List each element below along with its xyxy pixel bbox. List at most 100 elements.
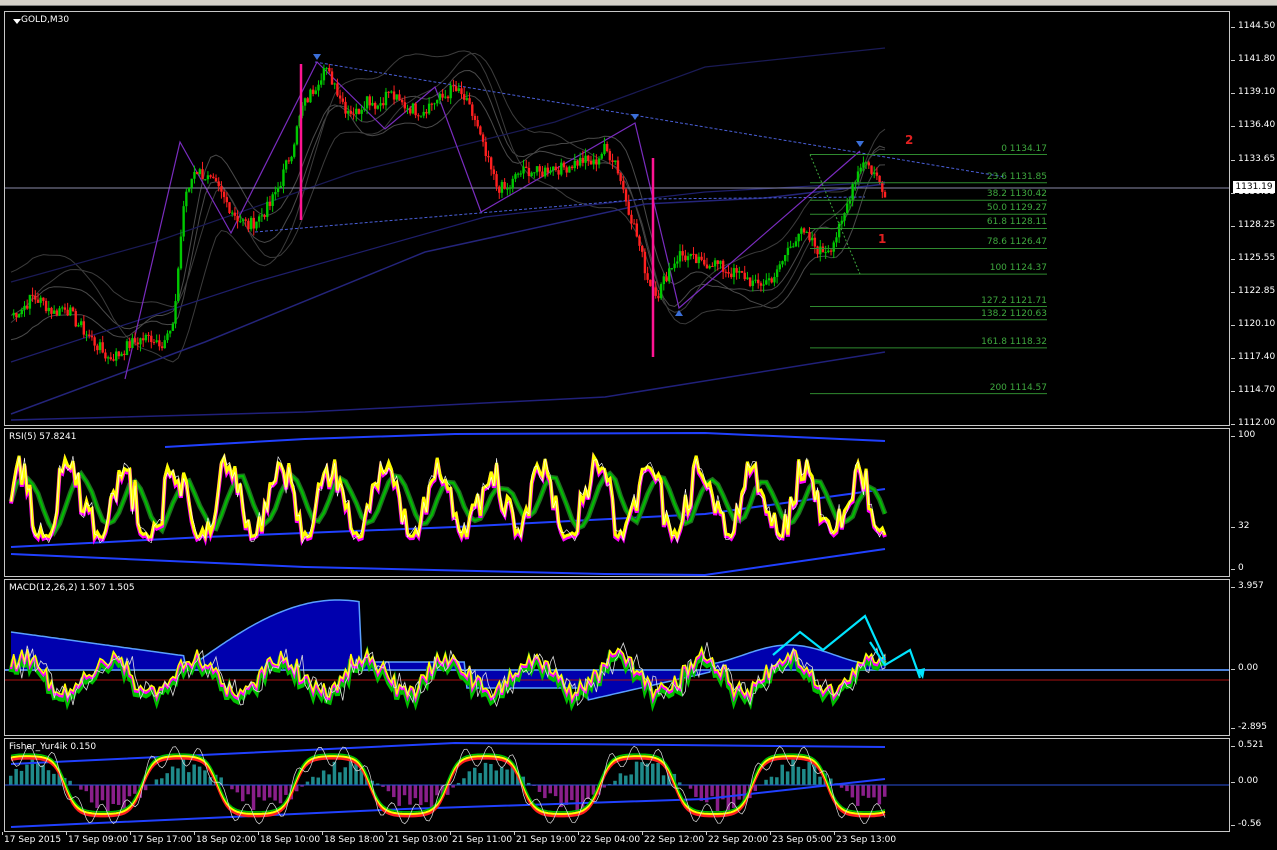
fisher-histogram-bar [866,785,871,798]
rsi-pane[interactable]: RSI(5) 57.8241 [4,428,1230,577]
fisher-histogram-bar [413,785,418,799]
candle-body [193,171,196,179]
candle-body [373,102,377,109]
candle-body [63,307,67,310]
candle-body [47,307,50,312]
time-axis-label: 22 Sep 12:00 [641,832,705,845]
fisher-histogram-bar [68,780,72,785]
candle-body [112,359,115,361]
fisher-histogram-bar [640,762,644,785]
candle-body [136,342,139,345]
candle-body [187,187,191,192]
candle-body [28,294,32,309]
candle-body [168,330,172,334]
price-scale-tick: 1136.40 [1230,120,1276,131]
time-axis-label: 23 Sep 13:00 [833,832,897,845]
candle-body [287,160,291,162]
candle-body [128,341,131,348]
fisher-histogram-bar [14,768,18,785]
candle-body [816,246,819,255]
fisher-histogram-bar [133,785,137,794]
candle-body [665,276,668,282]
price-scale-tick: 1117.40 [1230,352,1276,363]
candle-body [341,98,344,102]
candle-body [794,241,798,247]
candle-body [549,170,552,173]
candle-body [23,305,26,310]
fisher-histogram-bar [203,770,207,785]
fisher-histogram-bar [785,771,790,785]
candle-body [306,98,309,103]
candle-body [587,155,590,161]
candle-body [503,181,506,189]
fisher-histogram-bar [278,785,283,804]
candle-body [144,334,148,341]
candle-body [689,253,692,257]
candle-body [85,334,88,336]
candle-body [508,187,512,189]
candle-body [754,279,757,281]
fisher-histogram-bar [764,779,768,785]
price-scale-tick: 1133.65 [1230,153,1276,164]
price-scale-tick: 1120.10 [1230,319,1276,330]
chart-menu-icon[interactable] [13,19,21,24]
candle-body [667,268,671,282]
fisher-histogram-bar [769,776,774,785]
macd-label: MACD(12,26,2) 1.507 1.505 [9,583,135,593]
candle-body [325,67,328,69]
fisher-histogram-bar [564,785,569,806]
candle-body [96,345,99,351]
candle-body [104,352,107,359]
fisher-histogram-bar [586,785,590,800]
macd-pane[interactable]: MACD(12,26,2) 1.507 1.505 [4,579,1230,736]
candle-body [244,219,247,221]
candle-body [479,126,482,135]
fisher-histogram-bar [807,762,811,785]
candle-body [233,212,237,216]
candle-body [309,89,312,103]
fisher-histogram-bar [9,775,13,785]
candle-body [641,245,644,252]
candle-body [783,255,787,262]
candle-body [247,220,250,230]
candle-body [516,173,520,175]
candle-body [446,96,450,99]
candle-body [139,338,142,345]
candle-body [605,143,609,152]
candle-body [573,160,576,169]
candle-body [827,250,830,253]
time-axis-label: 17 Sep 17:00 [129,832,193,845]
fisher-pane[interactable]: Fisher_Yur4ik 0.150 [4,738,1230,832]
main-chart-pane[interactable]: GOLD,M30 0 1134.17 23.6 1131.85 38.2 1130.… [4,11,1230,426]
fisher-histogram-bar [192,764,196,785]
candle-body [371,102,374,106]
candle-body [217,181,220,187]
candle-body [441,93,444,98]
candle-body [789,246,792,248]
candle-body [349,110,353,114]
candle-body [800,228,803,234]
fisher-histogram-bar [127,785,132,797]
candle-body [670,268,674,270]
candle-body [878,175,881,183]
fib-level-label: 161.8 1118.32 [981,336,1047,347]
price-scale[interactable]: 1144.501141.801139.101136.401133.651130.… [1230,11,1277,428]
fisher-scale: 0.521 0.00 -0.56 [1230,738,1277,832]
candle-body [330,71,334,85]
fisher-histogram-bar [483,762,488,785]
fisher-histogram-bar [570,785,574,801]
candle-body [859,167,862,172]
candle-body [708,266,711,269]
fisher-histogram-bar [856,785,860,806]
fisher-histogram-bar [618,773,623,785]
candle-body [365,96,369,109]
candle-body [840,220,844,224]
fisher-histogram-bar [46,770,51,785]
candle-body [495,174,498,187]
fisher-band [10,741,886,765]
candle-body [311,89,315,94]
candle-body [692,253,695,255]
candle-body [344,101,347,114]
candle-body [654,287,657,296]
candle-body [209,175,212,177]
